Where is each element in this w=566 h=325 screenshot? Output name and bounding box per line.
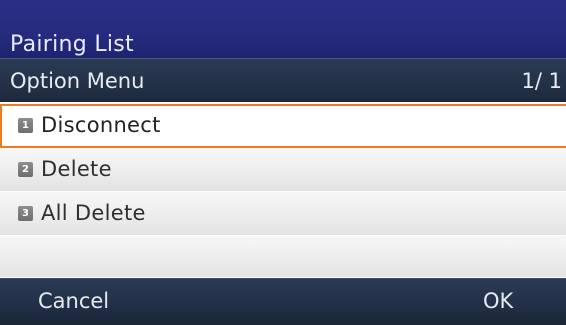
number-3-icon: 3 (18, 206, 33, 221)
option-item-label: Disconnect (41, 113, 161, 137)
empty-list-row (0, 236, 566, 278)
option-item-delete[interactable]: 2 Delete (0, 148, 566, 192)
cancel-softkey[interactable]: Cancel (38, 289, 109, 313)
ok-softkey[interactable]: OK (483, 289, 513, 313)
title-bar: Pairing List (0, 0, 566, 58)
option-item-all-delete[interactable]: 3 All Delete (0, 192, 566, 236)
number-1-icon: 1 (18, 118, 33, 133)
option-item-label: All Delete (41, 201, 146, 225)
screen-title: Pairing List (10, 32, 134, 57)
option-menu-header: Option Menu 1/ 1 (0, 58, 566, 102)
softkey-bar: Cancel OK (0, 278, 566, 325)
option-menu-title: Option Menu (10, 69, 145, 93)
option-item-disconnect[interactable]: 1 Disconnect (0, 104, 566, 148)
page-indicator: 1/ 1 (521, 69, 562, 93)
phone-screen: Pairing List Option Menu 1/ 1 1 Disconne… (0, 0, 566, 325)
option-item-label: Delete (41, 157, 112, 181)
number-2-icon: 2 (18, 162, 33, 177)
option-list: 1 Disconnect 2 Delete 3 All Delete (0, 102, 566, 278)
